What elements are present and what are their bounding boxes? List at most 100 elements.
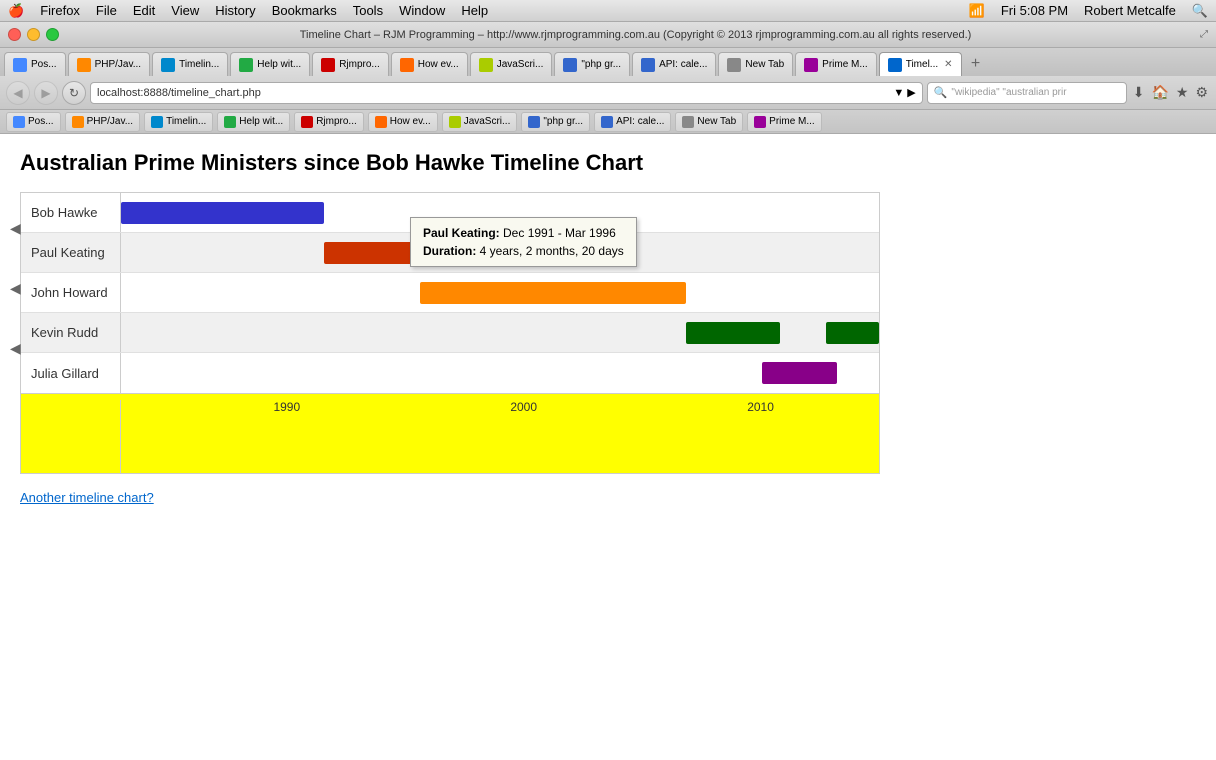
url-dropdown-icon[interactable]: ▼	[893, 87, 904, 99]
minimize-button[interactable]	[27, 28, 40, 41]
timeline-row-0[interactable]: Bob Hawke	[21, 193, 879, 233]
url-go-icon[interactable]: ▶	[907, 86, 915, 99]
menu-help[interactable]: Help	[461, 3, 488, 18]
tab-3[interactable]: Help wit...	[230, 52, 310, 76]
bookmark-2[interactable]: Timelin...	[144, 112, 213, 132]
bar-0[interactable]	[121, 202, 324, 224]
tab-label-4: Rjmpro...	[339, 59, 380, 70]
tab-favicon-10	[804, 58, 818, 72]
forward-button[interactable]: ▶	[34, 81, 58, 105]
bookmark-icon[interactable]: ★	[1174, 82, 1191, 103]
settings-icon[interactable]: ⚙	[1193, 82, 1210, 103]
wifi-icon: 📶	[969, 3, 985, 19]
bar-4[interactable]	[762, 362, 838, 384]
close-button[interactable]	[8, 28, 21, 41]
row-label-2: John Howard	[21, 273, 121, 312]
bookmark-7[interactable]: "php gr...	[521, 112, 590, 132]
tab-0[interactable]: Pos...	[4, 52, 66, 76]
menu-firefox[interactable]: Firefox	[40, 3, 80, 18]
search-icon[interactable]: 🔍	[1192, 3, 1208, 19]
tab-1[interactable]: PHP/Jav...	[68, 52, 151, 76]
menu-tools[interactable]: Tools	[353, 3, 383, 18]
tab-9[interactable]: New Tab	[718, 52, 793, 76]
another-timeline-link[interactable]: Another timeline chart?	[20, 490, 1196, 505]
url-bar[interactable]: localhost:8888/timeline_chart.php ▼ ▶	[90, 82, 923, 104]
new-tab-button[interactable]: +	[964, 52, 988, 76]
tab-favicon-11	[888, 58, 902, 72]
tab-label-1: PHP/Jav...	[95, 59, 142, 70]
row-label-3: Kevin Rudd	[21, 313, 121, 352]
sidebar-arrow-down[interactable]: ◀	[10, 340, 21, 357]
tab-4[interactable]: Rjmpro...	[312, 52, 389, 76]
tab-label-9: New Tab	[745, 59, 784, 70]
axis-mark-1990: 1990	[273, 400, 300, 414]
bookmark-favicon-7	[528, 116, 540, 128]
tab-favicon-8	[641, 58, 655, 72]
url-text: localhost:8888/timeline_chart.php	[97, 87, 893, 99]
bookmark-9[interactable]: New Tab	[675, 112, 743, 132]
bookmark-4[interactable]: Rjmpro...	[294, 112, 364, 132]
maximize-button[interactable]	[46, 28, 59, 41]
tab-label-6: JavaScri...	[497, 59, 544, 70]
bookmark-favicon-4	[301, 116, 313, 128]
tab-5[interactable]: How ev...	[391, 52, 468, 76]
toolbar-icons: ⬇ 🏠 ★ ⚙	[1131, 82, 1210, 103]
tab-label-8: API: cale...	[659, 59, 707, 70]
timeline-row-3[interactable]: Kevin Rudd	[21, 313, 879, 353]
tab-close-11[interactable]: ✕	[944, 59, 952, 70]
window-title: Timeline Chart – RJM Programming – http:…	[71, 29, 1200, 41]
tab-favicon-9	[727, 58, 741, 72]
bar-1[interactable]	[324, 242, 420, 264]
user-name: Robert Metcalfe	[1084, 3, 1176, 18]
bookmark-label-1: PHP/Jav...	[87, 116, 134, 127]
menu-window[interactable]: Window	[399, 3, 445, 18]
timeline-row-2[interactable]: John Howard	[21, 273, 879, 313]
apple-menu[interactable]: 🍎	[8, 3, 24, 19]
tab-favicon-6	[479, 58, 493, 72]
menu-edit[interactable]: Edit	[133, 3, 155, 18]
menu-bookmarks[interactable]: Bookmarks	[272, 3, 337, 18]
menu-file[interactable]: File	[96, 3, 117, 18]
page-title: Australian Prime Ministers since Bob Haw…	[20, 150, 1196, 176]
tab-2[interactable]: Timelin...	[152, 52, 228, 76]
download-icon[interactable]: ⬇	[1131, 82, 1147, 103]
tab-favicon-4	[321, 58, 335, 72]
tab-label-7: "php gr...	[581, 59, 621, 70]
menu-history[interactable]: History	[215, 3, 255, 18]
search-bar[interactable]: 🔍 "wikipedia" "australian prir	[927, 82, 1127, 104]
bookmark-label-6: JavaScri...	[464, 116, 511, 127]
row-label-4: Julia Gillard	[21, 353, 121, 393]
home-icon[interactable]: 🏠	[1149, 82, 1170, 103]
tab-10[interactable]: Prime M...	[795, 52, 877, 76]
bookmark-8[interactable]: API: cale...	[594, 112, 671, 132]
reload-button[interactable]: ↻	[62, 81, 86, 105]
tab-11[interactable]: Timel...✕	[879, 52, 962, 76]
menu-view[interactable]: View	[171, 3, 199, 18]
fullscreen-button[interactable]: ⤢	[1200, 29, 1208, 40]
page-content: Australian Prime Ministers since Bob Haw…	[0, 134, 1216, 760]
bookmark-0[interactable]: Pos...	[6, 112, 61, 132]
tab-8[interactable]: API: cale...	[632, 52, 716, 76]
back-button[interactable]: ◀	[6, 81, 30, 105]
sidebar-arrow-mid[interactable]: ◀	[10, 280, 21, 297]
bookmark-favicon-5	[375, 116, 387, 128]
bookmark-6[interactable]: JavaScri...	[442, 112, 518, 132]
bookmark-3[interactable]: Help wit...	[217, 112, 290, 132]
bar-extra-3[interactable]	[826, 322, 879, 344]
tab-bar: Pos... PHP/Jav... Timelin...Help wit... Rjm…	[0, 48, 1216, 76]
row-label-0: Bob Hawke	[21, 193, 121, 232]
bookmark-1[interactable]: PHP/Jav...	[65, 112, 141, 132]
tab-7[interactable]: "php gr...	[554, 52, 630, 76]
bar-2[interactable]	[420, 282, 686, 304]
timeline-row-4[interactable]: Julia Gillard	[21, 353, 879, 393]
url-icons: ▼ ▶	[893, 86, 915, 99]
timeline-row-1[interactable]: Paul Keating	[21, 233, 879, 273]
bar-3[interactable]	[686, 322, 781, 344]
bookmark-5[interactable]: How ev...	[368, 112, 438, 132]
sidebar-arrow-up[interactable]: ◀	[10, 220, 21, 237]
bookmark-10[interactable]: Prime M...	[747, 112, 822, 132]
row-chart-3	[121, 313, 879, 352]
tab-6[interactable]: JavaScri...	[470, 52, 553, 76]
row-chart-4	[121, 353, 879, 393]
tab-label-0: Pos...	[31, 59, 57, 70]
